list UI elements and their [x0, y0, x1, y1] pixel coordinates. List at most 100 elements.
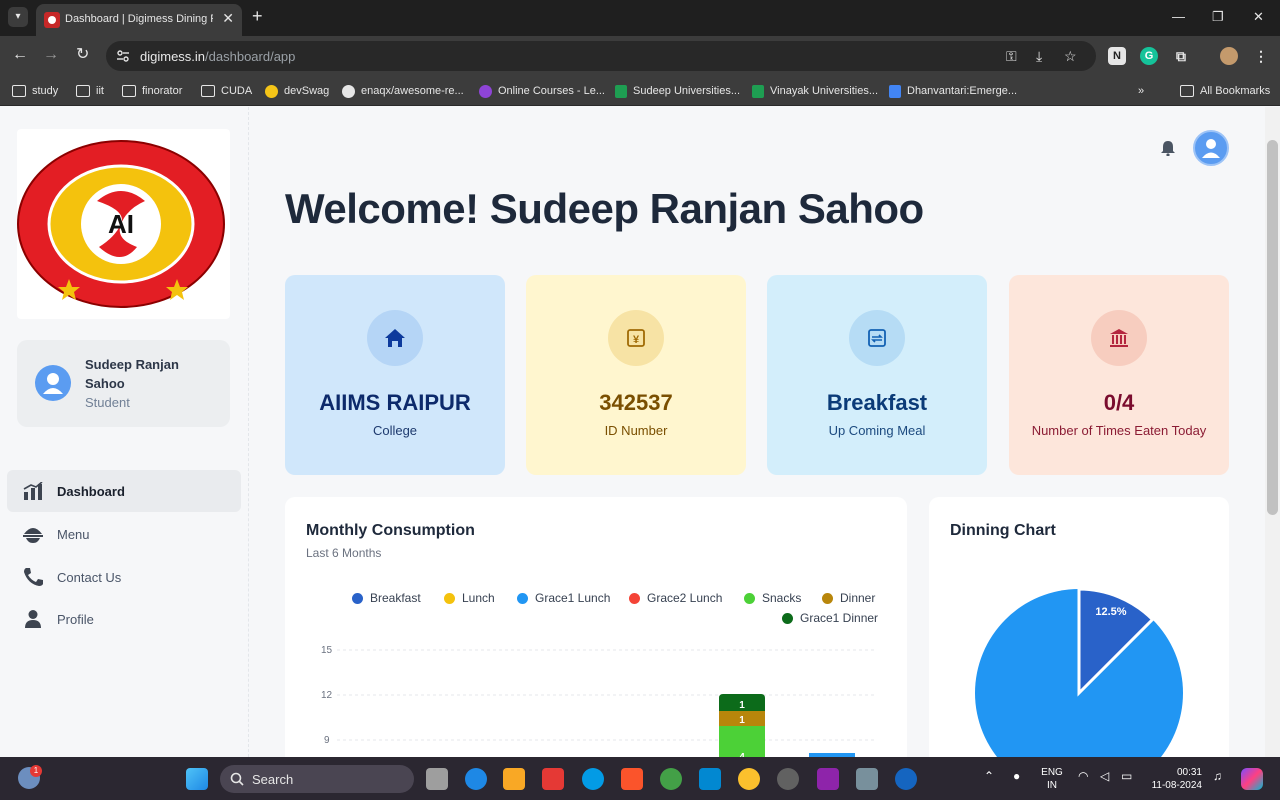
close-window-button[interactable]: ✕ [1253, 9, 1264, 25]
clock[interactable]: 00:31 11-08-2024 [1146, 766, 1202, 792]
search-placeholder: Search [252, 772, 294, 787]
battery-icon[interactable]: ▭ [1121, 770, 1132, 783]
help-app-icon[interactable] [582, 768, 604, 790]
bookmark-folder-cuda[interactable]: CUDA [201, 83, 252, 99]
maximize-button[interactable]: ❐ [1212, 9, 1224, 25]
pie-data-label: 12.5% [1095, 606, 1126, 618]
all-bookmarks-folder[interactable]: All Bookmarks [1180, 83, 1270, 99]
install-app-icon[interactable]: ⤓ [1036, 48, 1042, 65]
profile-avatar-icon[interactable] [1220, 47, 1238, 65]
new-tab-button[interactable]: + [252, 7, 263, 25]
bar-data-label: 1 [739, 715, 745, 726]
notification-bell-icon[interactable] [1160, 140, 1176, 156]
bookmark-dhanvantari[interactable]: Dhanvantari:Emerge... [889, 83, 1017, 99]
phone-icon [24, 568, 43, 586]
shree-sai-services-logo-icon: AI [17, 140, 225, 308]
url-text: digimess.in/dashboard/app [140, 49, 295, 64]
task-view-icon[interactable] [426, 768, 448, 790]
stat-label: Number of Times Eaten Today [1031, 423, 1207, 438]
home-icon [385, 329, 405, 347]
user-name: Sudeep Ranjan Sahoo [85, 357, 179, 391]
settings-gear-icon[interactable] [856, 768, 878, 790]
stat-label: ID Number [604, 423, 668, 438]
address-bar[interactable]: digimess.in/dashboard/app ⚿ ⤓ ☆ [106, 41, 1096, 71]
minimize-button[interactable]: — [1172, 9, 1185, 24]
svg-text:¥: ¥ [633, 334, 640, 346]
chrome-icon[interactable] [660, 768, 682, 790]
edge-browser-icon[interactable] [465, 768, 487, 790]
site-favicon-icon [44, 12, 60, 28]
bookmark-online-courses[interactable]: Online Courses - Le... [479, 83, 605, 99]
account-avatar-button[interactable] [1193, 130, 1229, 166]
stat-icon-circle [1091, 310, 1147, 366]
back-arrow-icon[interactable]: ← [12, 46, 28, 64]
tray-chevron-up-icon[interactable]: ⌃ [984, 770, 994, 783]
bookmark-vinayak-universities[interactable]: Vinayak Universities... [752, 83, 878, 99]
file-explorer-icon[interactable] [503, 768, 525, 790]
taskbar-search[interactable]: Search [220, 765, 414, 793]
scrollbar-thumb[interactable] [1267, 140, 1278, 515]
user-avatar-icon [43, 373, 63, 394]
bowl-icon [23, 528, 43, 543]
language-indicator[interactable]: ENG IN [1038, 766, 1066, 792]
browser-menu-icon[interactable]: ⋮ [1252, 47, 1270, 65]
stat-icon-circle: ¥ [608, 310, 664, 366]
sidebar-item-profile[interactable]: Profile [7, 598, 241, 640]
grammarly-extension-icon[interactable]: G [1140, 47, 1158, 65]
reload-icon[interactable]: ↻ [76, 46, 89, 64]
more-bookmarks-chevron-icon[interactable]: » [1138, 83, 1144, 99]
sheets-icon [615, 84, 627, 98]
password-key-icon[interactable]: ⚿ [1006, 48, 1017, 65]
volume-icon[interactable]: ◁ [1100, 770, 1109, 783]
bookmarks-bar: study iit finorator CUDA devSwag enaqx/a… [0, 76, 1280, 106]
folder-icon [1180, 85, 1194, 97]
brave-browser-icon[interactable] [621, 768, 643, 790]
sidebar-item-contact-us[interactable]: Contact Us [7, 556, 241, 598]
repeat-icon [868, 329, 886, 347]
sidebar-item-dashboard[interactable]: Dashboard [7, 470, 241, 512]
user-role: Student [85, 395, 130, 410]
close-tab-icon[interactable]: ✕ [222, 11, 234, 25]
browser-tab[interactable]: Dashboard | Digimess Dining Pa ✕ [36, 4, 242, 36]
bookmark-sudeep-universities[interactable]: Sudeep Universities... [615, 83, 740, 99]
notifications-bell-icon[interactable]: ♫ [1213, 770, 1222, 783]
folder-icon [201, 85, 215, 97]
obs-icon[interactable] [777, 768, 799, 790]
bookmark-devswag[interactable]: devSwag [265, 83, 329, 99]
stat-label: College [372, 423, 418, 438]
bookmark-star-icon[interactable]: ☆ [1064, 48, 1077, 65]
vscode-icon[interactable] [699, 768, 721, 790]
bookmark-folder-study[interactable]: study [12, 83, 58, 99]
site-settings-icon[interactable] [116, 49, 130, 63]
forward-arrow-icon[interactable]: → [43, 46, 59, 64]
extensions-puzzle-icon[interactable]: ⧉ [1172, 47, 1190, 65]
windows-start-icon[interactable] [186, 768, 208, 790]
chart-icon [23, 482, 43, 500]
browser-toolbar: ← → ↻ digimess.in/dashboard/app ⚿ ⤓ ☆ N … [0, 36, 1280, 76]
notification-badge: 1 [30, 765, 42, 777]
bookmark-folder-iit[interactable]: iit [76, 83, 104, 99]
video-editor-icon[interactable] [817, 768, 839, 790]
sidebar-item-label: Dashboard [57, 484, 125, 499]
windows-taskbar: 1 Search ⌃ ● ENG IN ◠ ◁ ▭ 00:31 11-08-20… [0, 757, 1280, 800]
folder-icon [76, 85, 90, 97]
github-icon [342, 84, 355, 98]
wifi-icon[interactable]: ◠ [1078, 770, 1088, 783]
bookmark-github[interactable]: enaqx/awesome-re... [342, 83, 464, 99]
stat-card-times-eaten: 0/4 Number of Times Eaten Today [1009, 275, 1229, 475]
microsoft-store-icon[interactable] [542, 768, 564, 790]
stat-value: 342537 [599, 390, 673, 415]
microphone-icon[interactable]: ● [1013, 770, 1020, 783]
chrome-profile-icon[interactable] [738, 768, 760, 790]
sidebar-item-menu[interactable]: Menu [7, 513, 241, 555]
dining-chart-card: Dinning Chart 12.5% [929, 497, 1229, 757]
avatar [35, 365, 71, 401]
tab-search-button[interactable]: ▾ [8, 7, 28, 27]
notion-extension-icon[interactable]: N [1108, 47, 1126, 65]
bluetooth-icon[interactable] [895, 768, 917, 790]
company-logo: AI [17, 129, 230, 319]
bookmark-folder-finorator[interactable]: finorator [122, 83, 182, 99]
svg-text:AI: AI [108, 209, 134, 239]
folder-icon [122, 85, 136, 97]
copilot-icon[interactable] [1241, 768, 1263, 790]
